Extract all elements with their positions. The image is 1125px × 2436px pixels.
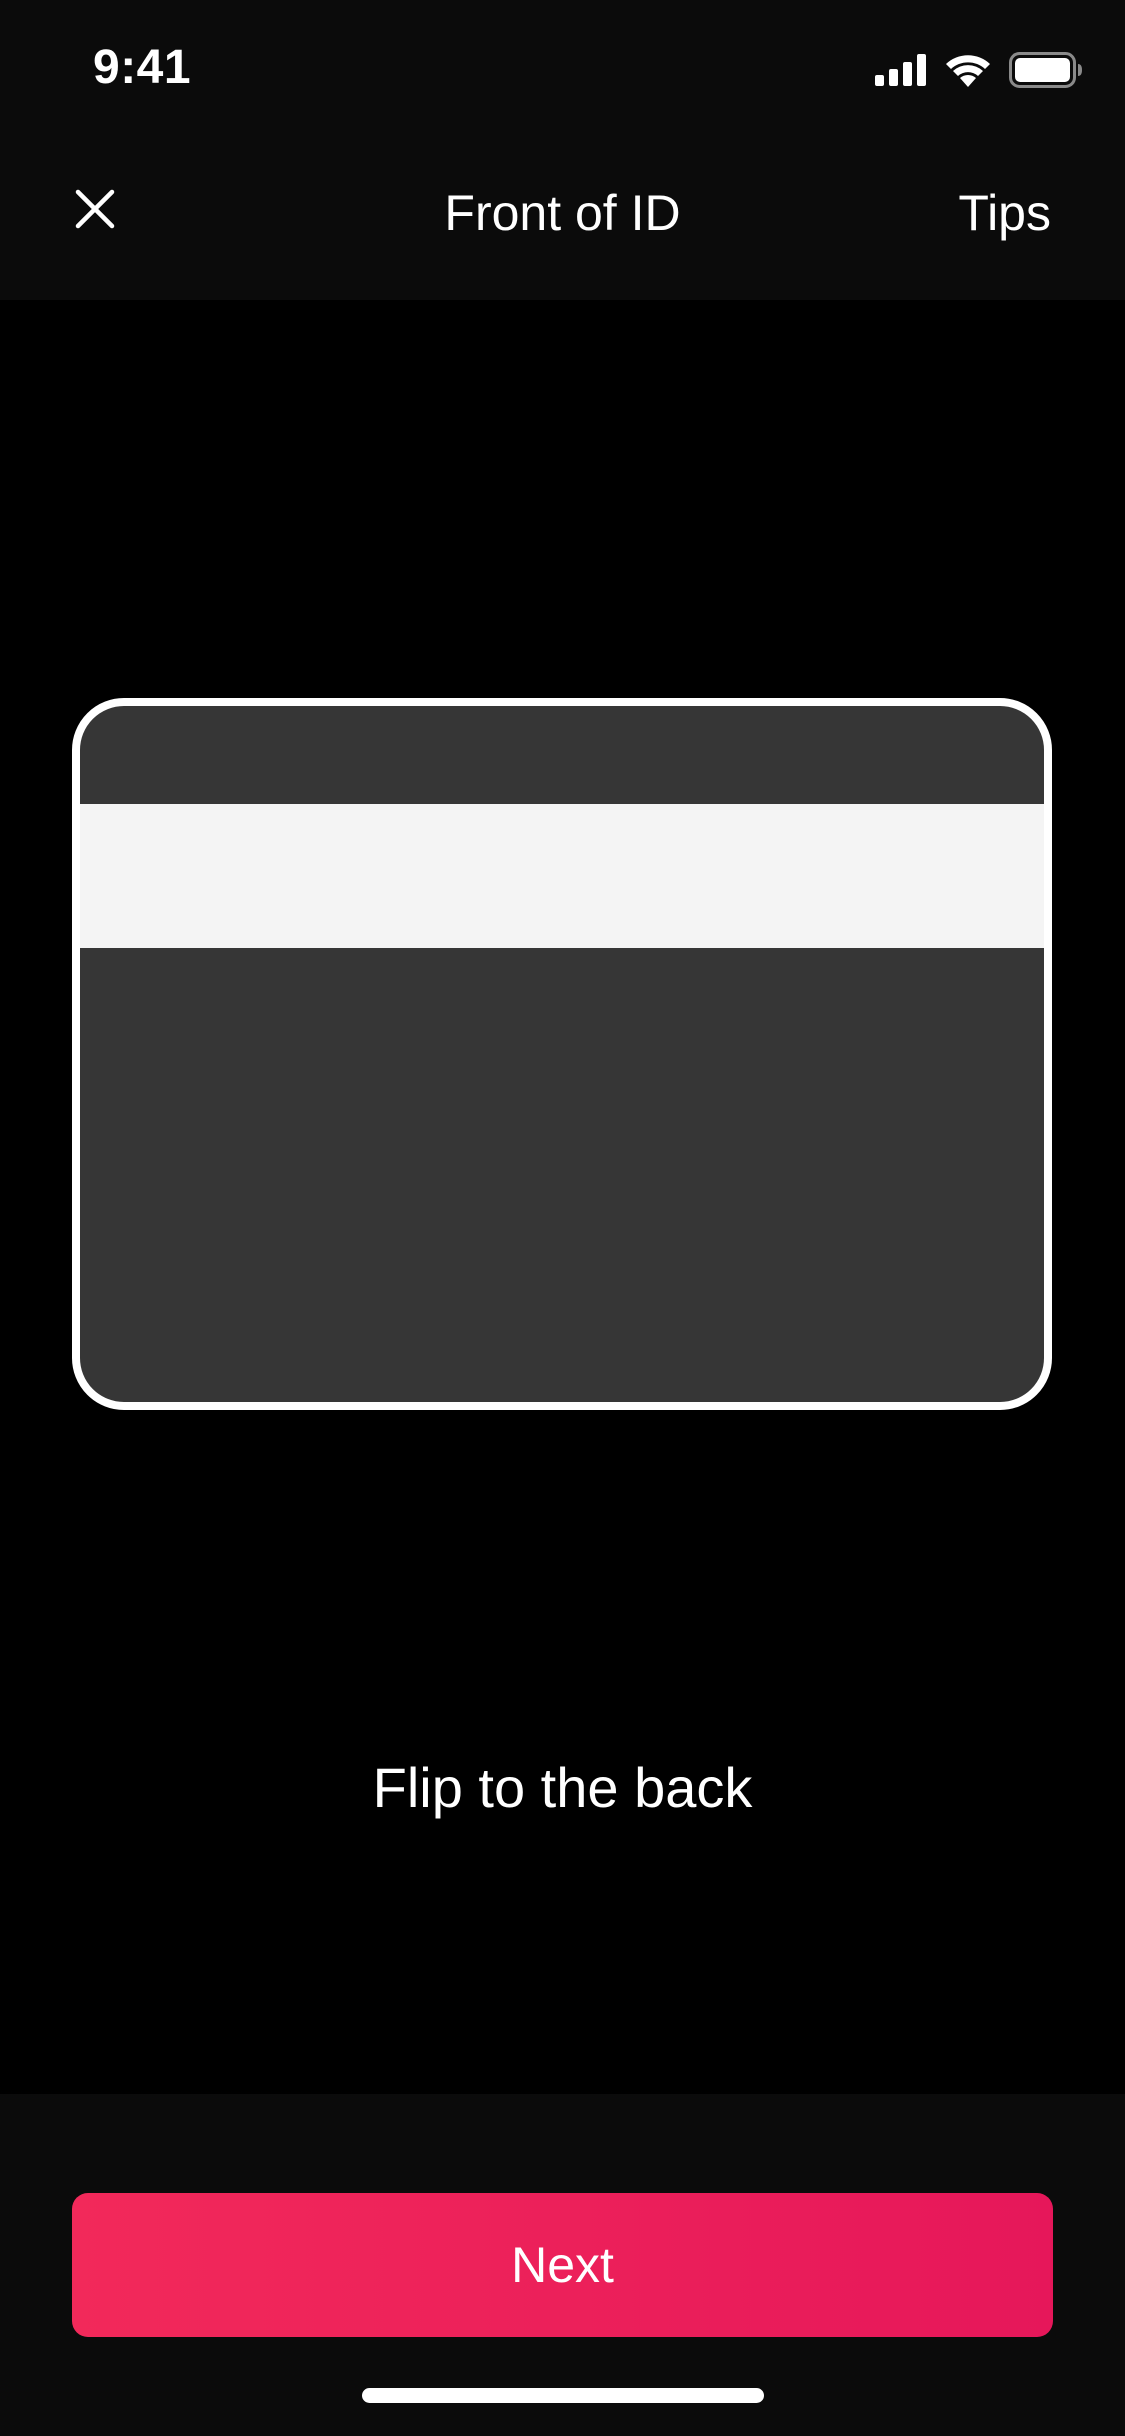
home-indicator[interactable] (362, 2388, 764, 2403)
instruction-text: Flip to the back (372, 1756, 753, 1819)
magnetic-stripe (80, 804, 1044, 948)
tips-button[interactable]: Tips (958, 184, 1051, 242)
battery-icon (1009, 52, 1083, 88)
main-content: Flip to the back (0, 300, 1125, 2094)
status-bar: 9:41 (0, 0, 1125, 132)
status-icons (875, 50, 1083, 90)
footer: Next (0, 2094, 1125, 2436)
id-card-back-icon (72, 698, 1052, 1410)
nav-bar: Front of ID Tips (0, 132, 1125, 300)
next-button[interactable]: Next (72, 2193, 1053, 2337)
cellular-signal-icon (875, 54, 927, 86)
status-time: 9:41 (93, 41, 192, 94)
page-title: Front of ID (444, 185, 681, 241)
wifi-icon (945, 53, 991, 87)
